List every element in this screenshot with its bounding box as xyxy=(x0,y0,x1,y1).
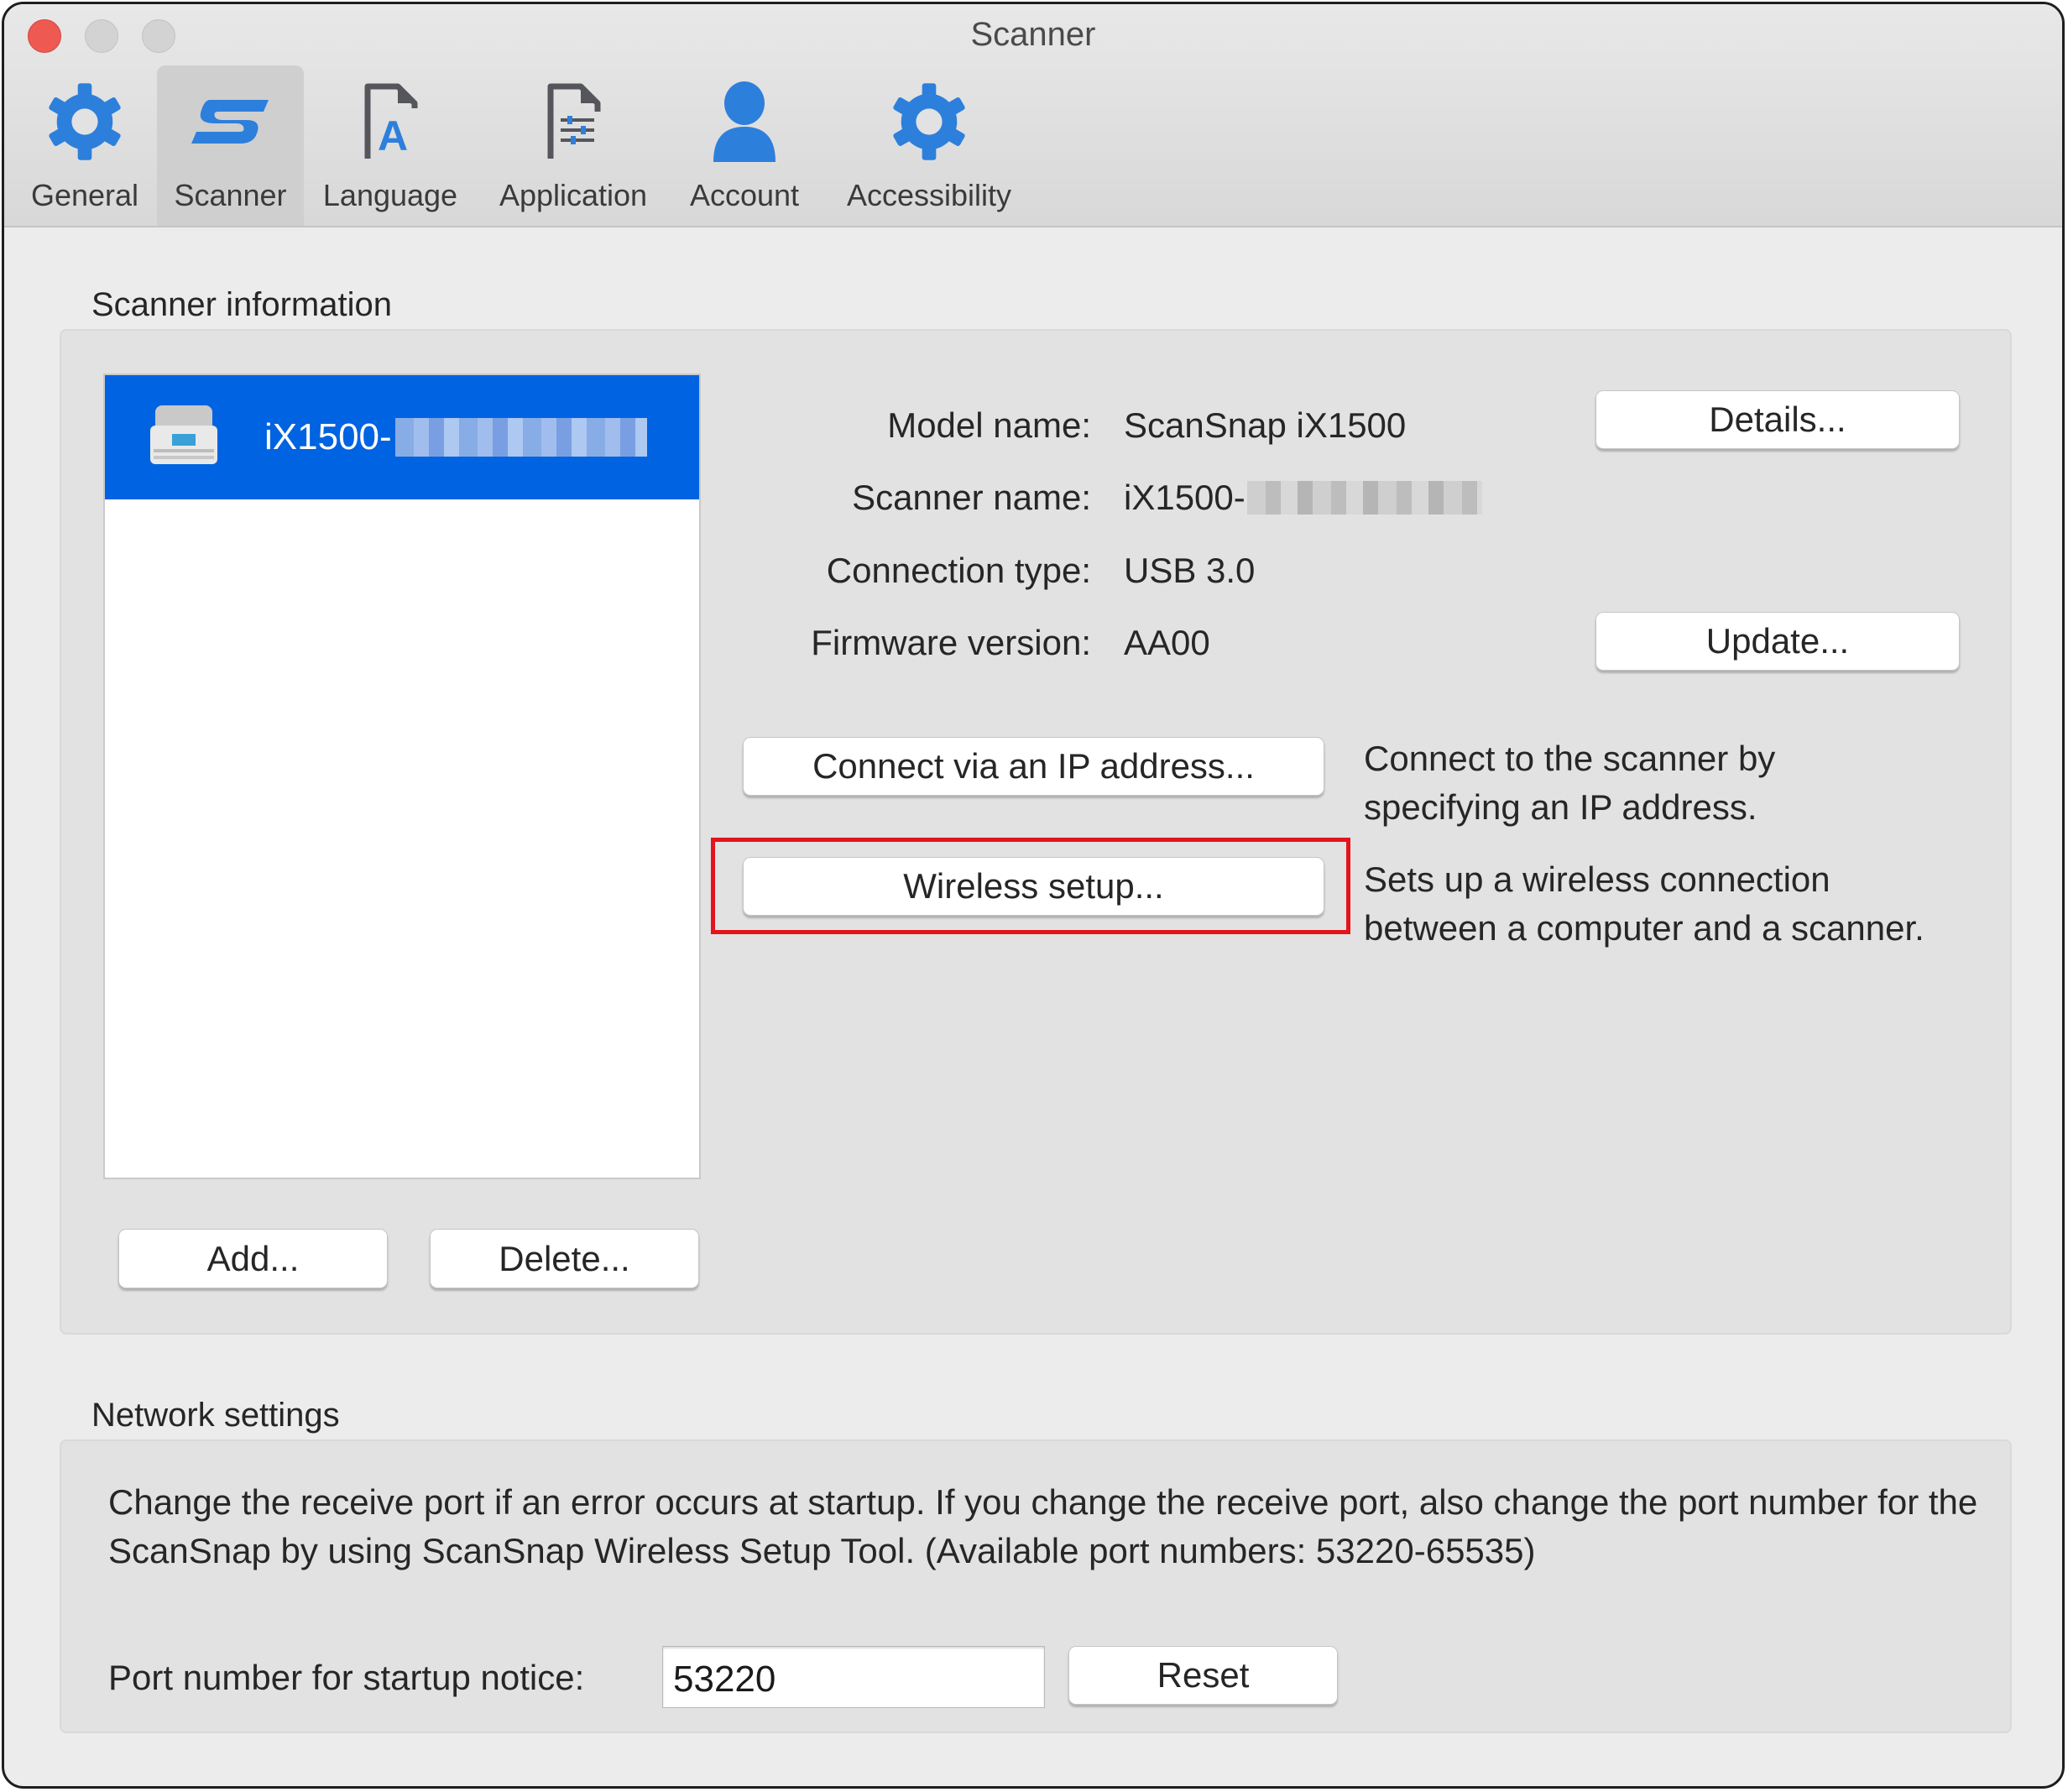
tab-label: Language xyxy=(322,178,458,212)
network-description: Change the receive port if an error occu… xyxy=(108,1482,1978,1570)
network-settings-heading: Network settings xyxy=(91,1397,340,1434)
redacted-serial xyxy=(1246,481,1482,515)
description-line: Connect to the scanner by xyxy=(1364,739,1776,778)
window-title: Scanner xyxy=(970,16,1096,53)
tab-label: General xyxy=(30,178,139,212)
firmware-version-label: Firmware version: xyxy=(811,623,1091,662)
description-line: between a computer and a scanner. xyxy=(1364,908,1924,948)
person-icon xyxy=(698,76,791,168)
scansnap-logo-icon xyxy=(185,76,277,168)
preferences-window: Scanner General Scanner A Language Appli… xyxy=(2,2,2065,1789)
tab-label: Scanner xyxy=(174,178,287,212)
description-line: Sets up a wireless connection xyxy=(1364,859,1830,899)
scanner-list-item[interactable]: iX1500- xyxy=(105,375,699,499)
connect-via-ip-description: Connect to the scanner by specifying an … xyxy=(1364,734,1775,832)
scanner-icon xyxy=(150,405,217,464)
connection-type-label: Connection type: xyxy=(826,551,1091,590)
redacted-serial xyxy=(394,418,647,457)
svg-text:A: A xyxy=(378,112,408,159)
scanner-name-text: iX1500- xyxy=(1124,478,1246,517)
delete-scanner-button[interactable]: Delete... xyxy=(430,1229,699,1288)
tab-language[interactable]: A Language xyxy=(313,65,467,226)
description-line: specifying an IP address. xyxy=(1364,787,1757,827)
update-button[interactable]: Update... xyxy=(1595,612,1960,671)
tab-label: Account xyxy=(689,178,800,212)
wireless-setup-button[interactable]: Wireless setup... xyxy=(743,857,1324,916)
application-document-icon xyxy=(527,76,619,168)
tab-application[interactable]: Application xyxy=(486,65,661,226)
tab-label: Accessibility xyxy=(846,178,1012,212)
scanner-name-text: iX1500- xyxy=(264,416,392,457)
wireless-setup-description: Sets up a wireless connection between a … xyxy=(1364,855,1924,953)
add-scanner-button[interactable]: Add... xyxy=(118,1229,388,1288)
scanner-name-value: iX1500- xyxy=(1124,478,1482,518)
details-button[interactable]: Details... xyxy=(1595,390,1960,449)
scanner-name-label: Scanner name: xyxy=(852,478,1091,517)
scanner-list-item-name: iX1500- xyxy=(264,416,647,458)
tab-general[interactable]: General xyxy=(23,65,147,226)
scanner-information-heading: Scanner information xyxy=(91,286,392,323)
title-toolbar: Scanner General Scanner A Language Appli… xyxy=(4,4,2062,227)
tab-scanner[interactable]: Scanner xyxy=(157,65,304,226)
model-name-value: ScanSnap iX1500 xyxy=(1124,405,1407,445)
reset-port-button[interactable]: Reset xyxy=(1068,1646,1338,1705)
scanner-list[interactable]: iX1500- xyxy=(103,374,701,1179)
language-document-icon: A xyxy=(344,76,436,168)
connection-type-value: USB 3.0 xyxy=(1124,551,1256,590)
tab-account[interactable]: Account xyxy=(676,65,813,226)
gear-icon xyxy=(883,76,975,168)
tab-accessibility[interactable]: Accessibility xyxy=(828,65,1030,226)
tab-label: Application xyxy=(499,178,648,212)
firmware-version-value: AA00 xyxy=(1124,623,1210,662)
model-name-label: Model name: xyxy=(887,405,1091,445)
gear-icon xyxy=(39,76,131,168)
port-number-label: Port number for startup notice: xyxy=(108,1658,585,1697)
port-number-input[interactable] xyxy=(662,1646,1045,1708)
connect-via-ip-button[interactable]: Connect via an IP address... xyxy=(743,737,1324,796)
